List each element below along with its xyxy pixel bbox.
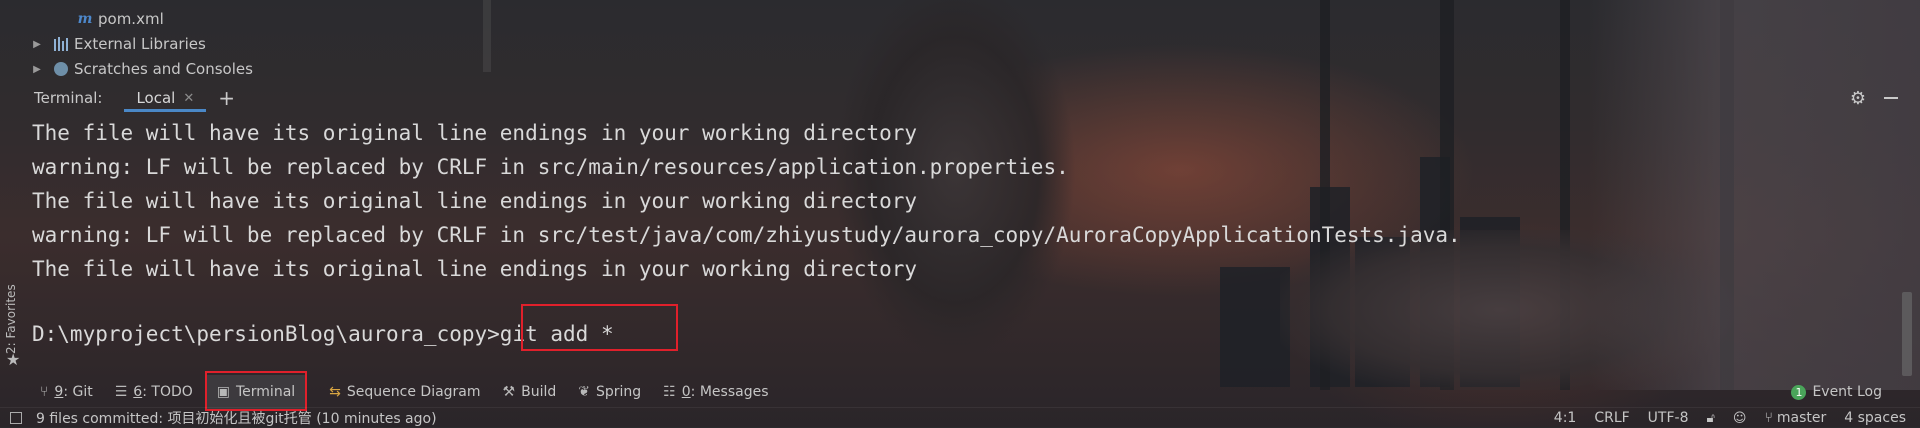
tool-window-label: Git (72, 384, 93, 400)
tool-window-label: Messages (699, 384, 769, 400)
tool-window-number: 9 (54, 384, 64, 400)
command-highlight-box (521, 304, 678, 351)
tree-scrollbar[interactable] (483, 0, 491, 72)
tool-window-sequence-diagram[interactable]: ⇆ Sequence Diagram (329, 375, 480, 409)
gear-icon[interactable]: ⚙ (1850, 88, 1866, 109)
event-log-label: Event Log (1812, 384, 1882, 400)
star-icon: ★ (6, 350, 21, 369)
tree-item-pom[interactable]: m pom.xml (76, 7, 164, 31)
caret-position[interactable]: 4:1 (1554, 410, 1577, 426)
status-message[interactable]: 9 files committed: 项目初始化且被git托管 (10 minu… (36, 408, 437, 428)
line-separator[interactable]: CRLF (1594, 410, 1629, 426)
event-count-badge: 1 (1791, 384, 1807, 400)
spring-leaf-icon: ❦ (578, 384, 590, 400)
favorites-label: 2: Favorites (4, 284, 18, 354)
messages-icon: ☷ (663, 384, 676, 400)
lock-icon[interactable]: 🔓︎ (1706, 411, 1714, 426)
status-bar: 9 files committed: 项目初始化且被git托管 (10 minu… (0, 407, 1920, 428)
branch-name: master (1776, 410, 1827, 426)
tool-window-toggle-icon[interactable] (10, 412, 22, 424)
scratches-icon (52, 61, 70, 77)
tree-item-label: Scratches and Consoles (74, 60, 253, 78)
git-branch-widget[interactable]: ⑂ master (1764, 410, 1826, 426)
event-log-button[interactable]: 1 Event Log (1791, 384, 1882, 400)
favorites-strip[interactable]: 2: Favorites ★ (0, 264, 26, 374)
terminal-output[interactable]: The file will have its original line end… (32, 116, 1872, 372)
sequence-diagram-icon: ⇆ (329, 384, 341, 400)
library-icon (52, 36, 70, 52)
terminal-line: warning: LF will be replaced by CRLF in … (32, 223, 1461, 247)
terminal-line: The file will have its original line end… (32, 189, 918, 213)
tool-window-label: Sequence Diagram (346, 384, 481, 400)
terminal-highlight-box (205, 371, 307, 411)
tool-window-todo[interactable]: ☰ 6: TODO (115, 375, 193, 409)
tool-window-number: 6 (133, 384, 143, 400)
project-tree: m pom.xml ▶ External Libraries ▶ Scratch… (0, 0, 491, 84)
todo-list-icon: ☰ (114, 384, 128, 400)
tree-item-scratches[interactable]: ▶ Scratches and Consoles (30, 57, 253, 81)
branch-icon: ⑂ (1764, 410, 1773, 426)
terminal-line: The file will have its original line end… (32, 121, 918, 145)
terminal-header: Terminal: Local ✕ + ⚙ (0, 84, 1920, 112)
tool-window-build[interactable]: ⚒ Build (503, 375, 557, 409)
tool-window-spring[interactable]: ❦ Spring (578, 375, 641, 409)
prompt-path: D:\myproject\persionBlog\aurora_copy> (32, 322, 500, 346)
expand-arrow-icon[interactable]: ▶ (30, 64, 44, 75)
tool-window-messages[interactable]: ☷ 0: Messages (663, 375, 768, 409)
expand-arrow-icon[interactable]: ▶ (30, 39, 44, 50)
inspector-icon[interactable]: ☺ (1733, 411, 1747, 426)
tool-window-label: Build (521, 384, 557, 400)
hide-minus-icon[interactable] (1884, 97, 1898, 99)
tree-item-external-libraries[interactable]: ▶ External Libraries (30, 32, 206, 56)
terminal-line: warning: LF will be replaced by CRLF in … (32, 155, 1069, 179)
tab-label: Local (136, 89, 176, 107)
git-branch-icon: ⑂ (40, 384, 49, 400)
close-icon[interactable]: ✕ (183, 91, 194, 106)
maven-file-icon: m (77, 11, 93, 27)
tree-item-label: pom.xml (98, 10, 164, 28)
tool-window-number: 0 (681, 384, 691, 400)
hammer-icon: ⚒ (502, 384, 516, 400)
tool-window-label: Spring (595, 384, 642, 400)
new-tab-plus-icon[interactable]: + (218, 88, 235, 108)
tab-local[interactable]: Local ✕ (124, 84, 207, 112)
terminal-line: The file will have its original line end… (32, 257, 918, 281)
tree-item-label: External Libraries (74, 35, 206, 53)
terminal-title: Terminal: (34, 89, 103, 107)
tool-window-label: TODO (151, 384, 193, 400)
terminal-scrollbar[interactable] (1902, 292, 1912, 376)
indent-setting[interactable]: 4 spaces (1844, 410, 1906, 426)
tool-window-git[interactable]: ⑂ 9: Git (40, 375, 93, 409)
file-encoding[interactable]: UTF-8 (1648, 410, 1689, 426)
